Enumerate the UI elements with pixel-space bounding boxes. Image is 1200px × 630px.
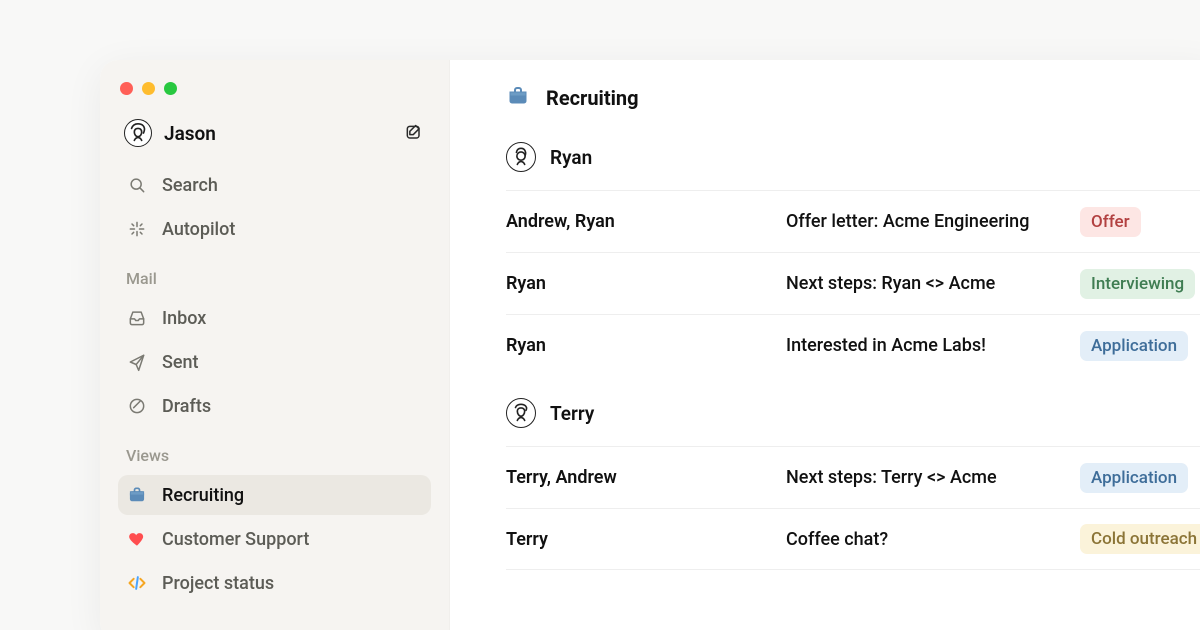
mail-sender: Ryan [506, 335, 786, 356]
mail-sender: Terry [506, 529, 786, 550]
minimize-window-button[interactable] [142, 82, 155, 95]
sidebar-item-label: Project status [162, 573, 423, 594]
sidebar-item-project-status[interactable]: Project status [118, 563, 431, 603]
user-avatar[interactable] [124, 119, 152, 147]
status-badge: Application [1080, 331, 1188, 361]
mail-row[interactable]: Ryan Next steps: Ryan <> Acme Interviewi… [506, 252, 1200, 314]
autopilot-row[interactable]: Autopilot [118, 209, 431, 249]
status-badge: Offer [1080, 207, 1141, 237]
mail-sender: Andrew, Ryan [506, 211, 786, 232]
drafts-icon [126, 395, 148, 417]
mail-row[interactable]: Andrew, Ryan Offer letter: Acme Engineer… [506, 190, 1200, 252]
mail-subject: Next steps: Terry <> Acme [786, 467, 1080, 488]
inbox-icon [126, 307, 148, 329]
sidebar-item-label: Inbox [162, 308, 423, 329]
sidebar-item-recruiting[interactable]: Recruiting [118, 475, 431, 515]
mail-section-label: Mail [118, 253, 431, 294]
heart-icon [126, 528, 148, 550]
contact-name: Terry [550, 402, 594, 425]
status-badge: Interviewing [1080, 269, 1195, 299]
paper-plane-icon [126, 351, 148, 373]
search-icon [126, 174, 148, 196]
sidebar-item-label: Sent [162, 352, 423, 373]
mail-subject: Coffee chat? [786, 529, 1080, 550]
mail-subject: Interested in Acme Labs! [786, 335, 1080, 356]
mail-subject: Offer letter: Acme Engineering [786, 211, 1080, 232]
contact-name: Ryan [550, 146, 592, 169]
code-icon [126, 572, 148, 594]
pane-header: Recruiting [506, 84, 1200, 112]
mail-subject: Next steps: Ryan <> Acme [786, 273, 1080, 294]
sidebar-item-customer-support[interactable]: Customer Support [118, 519, 431, 559]
status-badge: Cold outreach [1080, 524, 1200, 554]
sidebar-item-label: Recruiting [162, 485, 423, 506]
status-badge: Application [1080, 463, 1188, 493]
mail-row[interactable]: Terry, Andrew Next steps: Terry <> Acme … [506, 446, 1200, 508]
pane-title: Recruiting [546, 86, 639, 110]
main-pane: Recruiting Ryan Andrew, Ryan Offer lette… [450, 60, 1200, 630]
sidebar-item-label: Customer Support [162, 529, 423, 550]
briefcase-icon [126, 484, 148, 506]
group-header-terry[interactable]: Terry [506, 376, 1200, 446]
group-header-ryan[interactable]: Ryan [506, 130, 1200, 190]
close-window-button[interactable] [120, 82, 133, 95]
search-label: Search [162, 175, 423, 196]
sidebar-item-drafts[interactable]: Drafts [118, 386, 431, 426]
autopilot-label: Autopilot [162, 219, 423, 240]
mail-sender: Terry, Andrew [506, 467, 786, 488]
sidebar: Jason Search Autopilot Mail [100, 60, 450, 630]
mail-sender: Ryan [506, 273, 786, 294]
contact-avatar [506, 142, 536, 172]
search-row[interactable]: Search [118, 165, 431, 205]
contact-avatar [506, 398, 536, 428]
compose-button[interactable] [403, 122, 425, 144]
window-controls [120, 82, 431, 95]
mail-row[interactable]: Ryan Interested in Acme Labs! Applicatio… [506, 314, 1200, 376]
profile-row: Jason [118, 113, 431, 161]
maximize-window-button[interactable] [164, 82, 177, 95]
sparkle-icon [126, 218, 148, 240]
views-section-label: Views [118, 430, 431, 471]
app-window: Jason Search Autopilot Mail [100, 60, 1200, 630]
sidebar-item-label: Drafts [162, 396, 423, 417]
briefcase-icon [506, 84, 530, 112]
mail-row[interactable]: Terry Coffee chat? Cold outreach [506, 508, 1200, 570]
user-name: Jason [164, 122, 216, 145]
sidebar-item-sent[interactable]: Sent [118, 342, 431, 382]
sidebar-item-inbox[interactable]: Inbox [118, 298, 431, 338]
